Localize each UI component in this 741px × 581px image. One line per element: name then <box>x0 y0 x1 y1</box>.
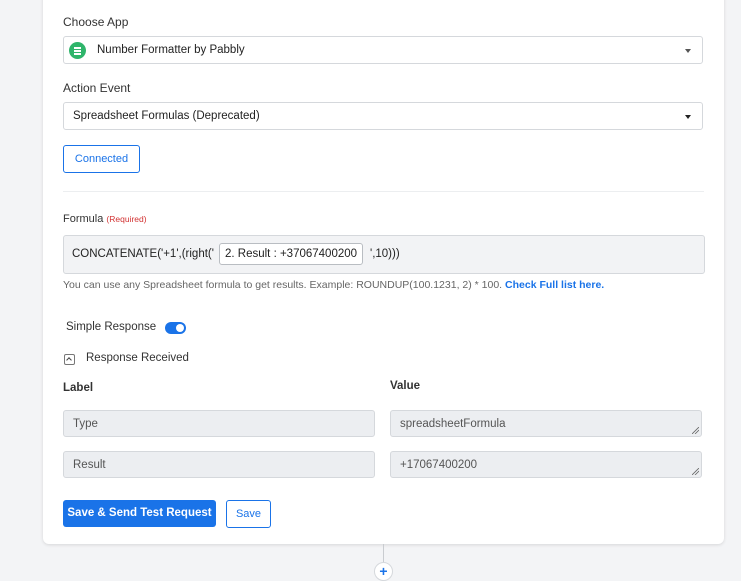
label-column-header: Label <box>63 382 94 394</box>
formula-input[interactable]: CONCATENATE('+1',(right(' 2. Result : +3… <box>63 235 705 274</box>
value-column-header: Value <box>390 380 421 392</box>
response-value-field[interactable]: spreadsheetFormula <box>390 410 702 437</box>
resize-grip-icon[interactable] <box>692 427 699 434</box>
action-event-value: Spreadsheet Formulas (Deprecated) <box>73 110 260 122</box>
chevron-up-icon[interactable] <box>64 354 75 365</box>
formula-help-text: You can use any Spreadsheet formula to g… <box>63 279 503 291</box>
formula-prefix: CONCATENATE('+1',(right(' <box>72 248 214 260</box>
formula-label-text: Formula <box>63 213 104 225</box>
formula-variable-chip[interactable]: 2. Result : +37067400200 <box>219 243 364 265</box>
list-icon <box>69 42 86 59</box>
formula-suffix: ',10))) <box>370 248 400 260</box>
choose-app-select[interactable]: Number Formatter by Pabbly <box>63 36 703 64</box>
step-connector <box>383 544 384 564</box>
save-button[interactable]: Save <box>226 500 271 528</box>
response-label-field: Result <box>63 451 375 478</box>
formula-help: You can use any Spreadsheet formula to g… <box>63 279 604 291</box>
section-divider <box>63 191 704 192</box>
chevron-down-icon <box>685 49 691 53</box>
add-step-button[interactable]: + <box>374 562 393 581</box>
response-received-label: Response Received <box>86 352 189 364</box>
response-value-field[interactable]: +17067400200 <box>390 451 702 478</box>
simple-response-label: Simple Response <box>66 321 157 333</box>
formula-label: Formula (Required) <box>63 213 147 225</box>
response-label-field: Type <box>63 410 375 437</box>
required-marker: (Required) <box>106 214 147 224</box>
choose-app-label: Choose App <box>63 15 129 29</box>
simple-response-toggle[interactable] <box>165 322 186 334</box>
chevron-down-icon <box>685 115 691 119</box>
action-event-select[interactable]: Spreadsheet Formulas (Deprecated) <box>63 102 703 130</box>
resize-grip-icon[interactable] <box>692 468 699 475</box>
choose-app-value: Number Formatter by Pabbly <box>97 44 245 56</box>
save-send-test-button[interactable]: Save & Send Test Request <box>63 500 216 527</box>
toggle-knob <box>176 324 184 332</box>
connected-button[interactable]: Connected <box>63 145 140 173</box>
action-event-label: Action Event <box>63 81 131 95</box>
action-step-card: Choose App Number Formatter by Pabbly Ac… <box>43 0 724 544</box>
formula-list-link[interactable]: Check Full list here. <box>505 279 604 291</box>
